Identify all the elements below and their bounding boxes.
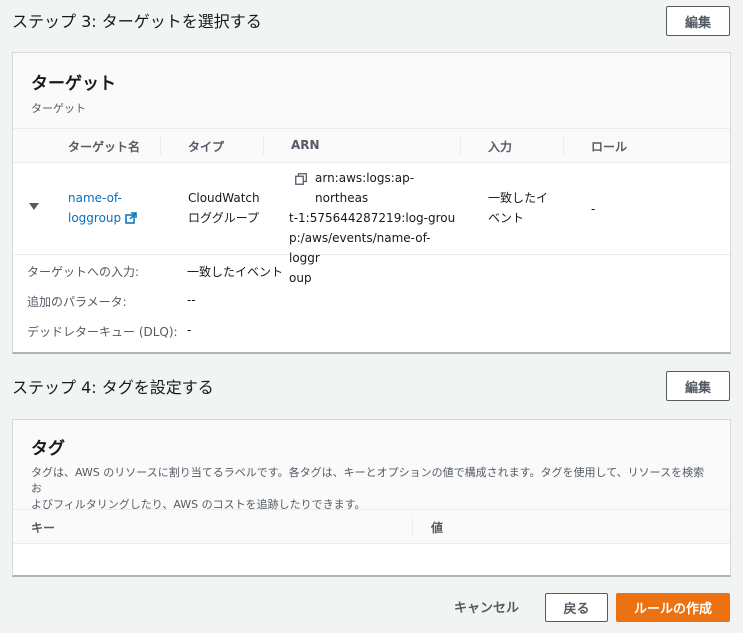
targets-table-header: ターゲット名 タイプ ARN 入力 ロール [13, 129, 730, 163]
step3-title: ステップ 3: ターゲットを選択する [12, 12, 262, 31]
expand-caret-icon[interactable] [29, 203, 39, 210]
tags-card: タグ タグは、AWS のリソースに割り当てるラベルです。各タグは、キーとオプショ… [12, 419, 731, 577]
step3-edit-button[interactable]: 編集 [666, 6, 730, 36]
targets-card: ターゲット ターゲット ターゲット名 タイプ ARN 入力 ロール name-o… [12, 52, 731, 354]
col-target-name: ターゲット名 [68, 140, 141, 154]
target-role: - [591, 202, 596, 216]
create-rule-button[interactable]: ルールの作成 [616, 593, 730, 622]
target-name-link[interactable]: name-of- loggroup [68, 188, 137, 228]
table-row: name-of- loggroup CloudWatch ロググループ arn:… [13, 163, 730, 285]
step4-title: ステップ 4: タグを設定する [12, 378, 214, 397]
tags-description: タグは、AWS のリソースに割り当てるラベルです。各タグは、キーとオプションの値… [31, 466, 705, 511]
tags-table-header: キー 値 [13, 510, 730, 544]
step4-edit-button[interactable]: 編集 [666, 371, 730, 401]
col-role: ロール [591, 140, 628, 154]
detail-label-params: 追加のパラメータ: [27, 295, 127, 309]
col-key: キー [31, 521, 56, 535]
target-input: 一致したイ ベント [488, 191, 549, 225]
targets-subtitle: ターゲット [31, 102, 86, 115]
targets-title: ターゲット [31, 74, 116, 94]
col-value: 値 [431, 521, 444, 535]
detail-value-input: 一致したイベント [187, 265, 284, 279]
col-arn: ARN [291, 138, 320, 152]
detail-label-dlq: デッドレターキュー (DLQ): [27, 325, 178, 339]
col-type: タイプ [188, 140, 225, 154]
tags-card-header: タグ タグは、AWS のリソースに割り当てるラベルです。各タグは、キーとオプショ… [13, 420, 730, 511]
detail-value-params: -- [187, 293, 196, 307]
external-link-icon [125, 212, 137, 224]
detail-label-input: ターゲットへの入力: [27, 265, 140, 279]
tags-title: タグ [31, 439, 65, 459]
targets-card-header: ターゲット ターゲット [13, 53, 730, 129]
col-input: 入力 [488, 140, 513, 154]
target-details: ターゲットへの入力: 一致したイベント 追加のパラメータ: -- デッドレターキ… [13, 255, 730, 353]
target-type: CloudWatch ロググループ [188, 191, 260, 225]
back-button[interactable]: 戻る [545, 593, 608, 622]
detail-value-dlq: - [187, 323, 192, 337]
cancel-button[interactable]: キャンセル [454, 597, 519, 616]
